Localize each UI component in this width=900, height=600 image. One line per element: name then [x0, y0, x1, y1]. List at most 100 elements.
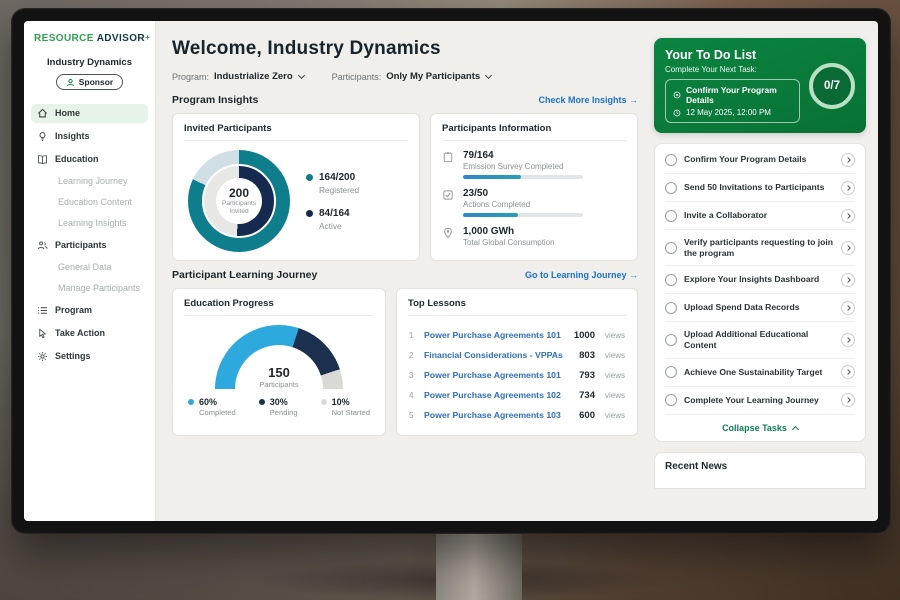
link-label: Go to Learning Journey	[525, 270, 627, 280]
program-filter[interactable]: Program: Industrialize Zero	[172, 71, 304, 82]
task-row[interactable]: Confirm Your Program Details	[665, 146, 855, 174]
todo-subtitle: Complete Your Next Task:	[665, 65, 800, 74]
task-open-button[interactable]	[841, 209, 855, 223]
sidebar-item-learning-insights[interactable]: Learning Insights	[31, 215, 148, 232]
task-open-button[interactable]	[841, 393, 855, 407]
chevron-right-icon	[845, 213, 851, 219]
task-checkbox[interactable]	[665, 302, 677, 314]
go-to-learning-journey-link[interactable]: Go to Learning Journey →	[525, 270, 638, 280]
lesson-rank: 3	[409, 371, 417, 380]
gear-icon	[37, 351, 48, 362]
lesson-row: 1 Power Purchase Agreements 101 1000view…	[408, 325, 626, 345]
sidebar-item-home[interactable]: Home	[31, 104, 148, 123]
legend-dot	[188, 399, 194, 405]
task-label: Complete Your Learning Journey	[684, 395, 834, 406]
sidebar-item-label: Take Action	[55, 329, 105, 338]
section-title: Participant Learning Journey	[172, 269, 317, 281]
lesson-link[interactable]: Power Purchase Agreements 101	[424, 370, 572, 380]
logo-plus: +	[145, 33, 150, 42]
task-label: Upload Additional Educational Content	[684, 329, 834, 351]
task-open-button[interactable]	[841, 241, 855, 255]
legend-pending: 30% Pending	[259, 397, 298, 417]
sidebar-item-label: Settings	[55, 352, 91, 361]
lesson-link[interactable]: Power Purchase Agreements 101	[424, 330, 567, 340]
task-open-button[interactable]	[841, 273, 855, 287]
task-open-button[interactable]	[841, 301, 855, 315]
pin-icon	[442, 227, 454, 239]
lesson-rank: 4	[409, 391, 417, 400]
lesson-link[interactable]: Power Purchase Agreements 102	[424, 390, 572, 400]
task-checkbox[interactable]	[665, 334, 677, 346]
task-open-button[interactable]	[841, 365, 855, 379]
task-checkbox[interactable]	[665, 242, 677, 254]
todo-progress-ring: 0/7	[809, 63, 855, 109]
arrow-right-icon: →	[629, 95, 638, 105]
lesson-views-label: views	[605, 391, 625, 400]
task-checkbox[interactable]	[665, 210, 677, 222]
task-row[interactable]: Invite a Collaborator	[665, 202, 855, 230]
recent-news-card: Recent News	[654, 452, 866, 489]
sidebar-item-label: Education Content	[58, 198, 132, 207]
legend-pct: 30%	[270, 397, 288, 407]
legend-registered: 164/200 Registered	[306, 172, 359, 195]
sidebar-item-take-action[interactable]: Take Action	[31, 324, 148, 343]
task-checkbox[interactable]	[665, 154, 677, 166]
gauge-center-value: 150	[215, 365, 343, 380]
gauge-legend: 60% Completed 30% Pending 10% Not Starte…	[184, 397, 374, 417]
lesson-views-label: views	[605, 411, 625, 420]
sidebar-item-education-content[interactable]: Education Content	[31, 194, 148, 211]
participants-filter-label: Participants:	[332, 72, 382, 82]
sidebar-item-insights[interactable]: Insights	[31, 127, 148, 146]
sidebar-item-program[interactable]: Program	[31, 301, 148, 320]
task-row[interactable]: Upload Spend Data Records	[665, 294, 855, 322]
task-row[interactable]: Upload Additional Educational Content	[665, 322, 855, 358]
participants-filter-value: Only My Participants	[386, 71, 480, 82]
task-open-button[interactable]	[841, 333, 855, 347]
chevron-down-icon	[298, 72, 305, 79]
progress-bar	[463, 175, 583, 179]
lesson-link[interactable]: Financial Considerations - VPPAs	[424, 350, 572, 360]
task-open-button[interactable]	[841, 181, 855, 195]
task-row[interactable]: Complete Your Learning Journey	[665, 387, 855, 415]
task-row[interactable]: Verify participants requesting to join t…	[665, 230, 855, 266]
sidebar: RESOURCE ADVISOR+ Industry Dynamics Spon…	[24, 21, 156, 521]
program-filter-value: Industrialize Zero	[214, 71, 293, 82]
sidebar-item-manage-participants[interactable]: Manage Participants	[31, 280, 148, 297]
book-icon	[37, 154, 48, 165]
task-row[interactable]: Explore Your Insights Dashboard	[665, 266, 855, 294]
sidebar-item-learning-journey[interactable]: Learning Journey	[31, 173, 148, 190]
task-label: Invite a Collaborator	[684, 210, 834, 221]
chevron-right-icon	[845, 369, 851, 375]
sidebar-item-settings[interactable]: Settings	[31, 347, 148, 366]
next-task-box[interactable]: Confirm Your Program Details 12 May 2025…	[665, 79, 800, 123]
task-open-button[interactable]	[841, 153, 855, 167]
task-checkbox[interactable]	[665, 394, 677, 406]
arrow-right-icon: →	[629, 270, 638, 280]
org-name: Industry Dynamics	[31, 57, 148, 68]
lesson-row: 5 Power Purchase Agreements 103 600views	[408, 405, 626, 425]
people-icon	[37, 240, 48, 251]
task-checkbox[interactable]	[665, 366, 677, 378]
collapse-tasks-button[interactable]: Collapse Tasks	[665, 415, 855, 441]
check-more-insights-link[interactable]: Check More Insights →	[538, 95, 638, 105]
target-icon	[673, 91, 681, 99]
app-logo: RESOURCE ADVISOR+	[31, 33, 148, 44]
participants-filter[interactable]: Participants: Only My Participants	[332, 71, 492, 82]
dashboard-screen: RESOURCE ADVISOR+ Industry Dynamics Spon…	[24, 21, 878, 521]
task-list-card: Confirm Your Program Details Send 50 Inv…	[654, 143, 866, 442]
legend-label: Pending	[270, 408, 298, 417]
task-row[interactable]: Achieve One Sustainability Target	[665, 359, 855, 387]
card-title: Education Progress	[184, 298, 374, 316]
stat-label: Actions Completed	[463, 200, 583, 209]
sidebar-item-label: Home	[55, 109, 80, 118]
lesson-link[interactable]: Power Purchase Agreements 103	[424, 410, 572, 420]
sidebar-item-education[interactable]: Education	[31, 150, 148, 169]
sidebar-item-general-data[interactable]: General Data	[31, 259, 148, 276]
program-insights-header: Program Insights Check More Insights →	[172, 94, 638, 106]
sponsor-badge[interactable]: Sponsor	[56, 74, 123, 90]
task-checkbox[interactable]	[665, 274, 677, 286]
sidebar-item-participants[interactable]: Participants	[31, 236, 148, 255]
participants-information-card: Participants Information 79/164 Emission…	[430, 113, 638, 261]
task-checkbox[interactable]	[665, 182, 677, 194]
task-row[interactable]: Send 50 Invitations to Participants	[665, 174, 855, 202]
